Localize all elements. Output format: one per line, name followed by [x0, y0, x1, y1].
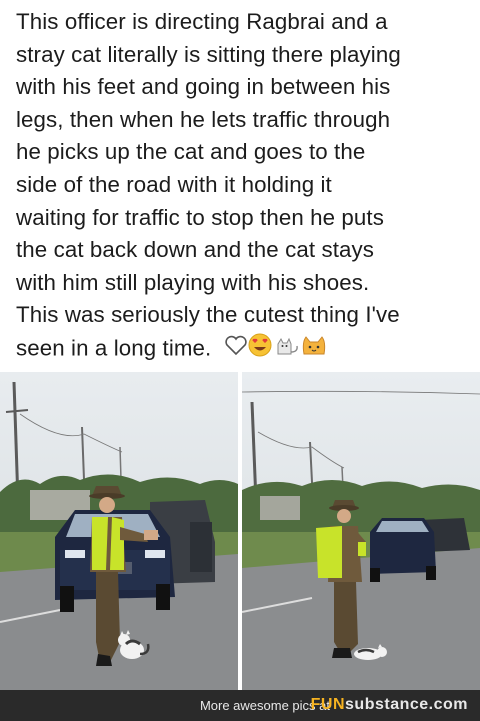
heart-eyes-face-icon	[248, 333, 272, 357]
emoji-row	[224, 332, 336, 368]
post-line: This officer is directing Ragbrai and a	[16, 9, 388, 34]
heart-outline-icon	[224, 335, 247, 356]
post-line: he picks up the cat and goes to the	[16, 139, 366, 165]
post-line: waiting for traffic to stop then he puts	[16, 204, 384, 230]
funsubstance-link[interactable]: FUNsubstance.com	[311, 696, 468, 714]
officer-cat-on-road-photo	[242, 372, 480, 690]
cat-face-icon	[302, 336, 325, 355]
post-line: with his feet and going in between his	[16, 74, 391, 100]
post-line: with him still playing with his shoes.	[16, 269, 370, 295]
brand-prefix: FUN	[310, 696, 346, 713]
post-line: This was seriously the cutest thing I've	[16, 302, 400, 328]
post-line: side of the road with it holding it	[16, 171, 332, 197]
officer-holding-cat-photo	[0, 372, 238, 690]
post-line: the cat back down and the cat stays	[16, 237, 374, 263]
post-last-line: seen in a long time.	[16, 332, 472, 368]
post-line: seen in a long time.	[16, 335, 212, 361]
cat-icon	[277, 337, 298, 355]
watermark-footer: More awesome pics at FUNsubstance.com	[0, 690, 480, 721]
post-line: legs, then when he lets traffic through	[16, 106, 391, 132]
brand-suffix: substance.com	[345, 696, 468, 713]
post-text: This officer is directing Ragbrai and a …	[16, 6, 472, 368]
post-line: stray cat literally is sitting there pla…	[16, 41, 401, 67]
